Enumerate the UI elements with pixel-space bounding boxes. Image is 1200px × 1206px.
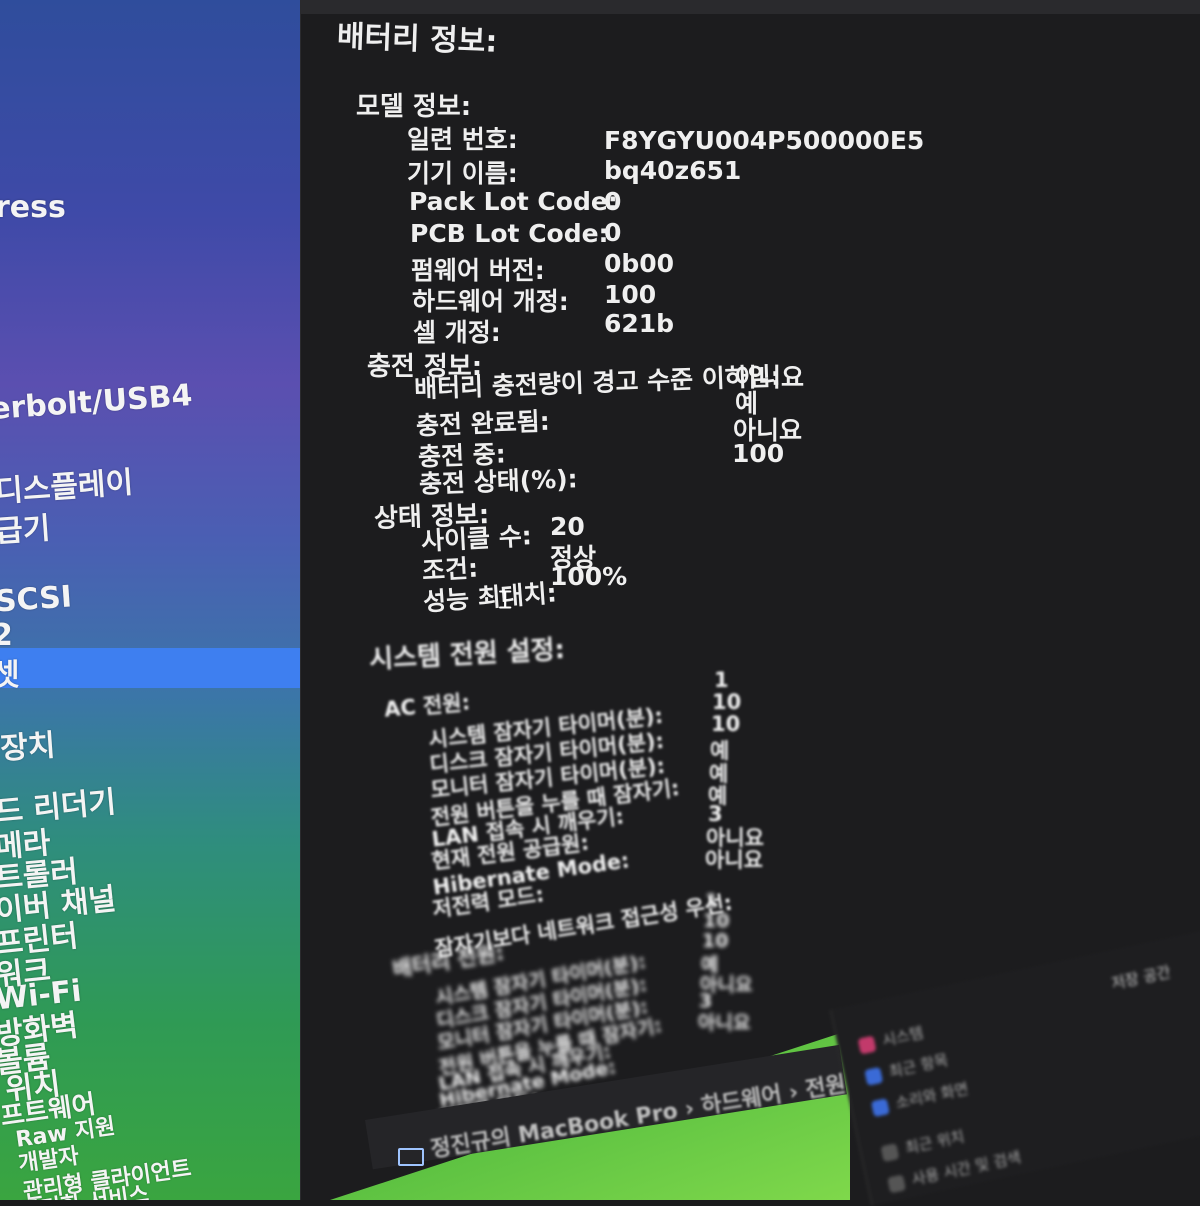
sidebar-item[interactable]: 장치	[0, 720, 57, 768]
sidebar-item[interactable]: 셋	[0, 650, 20, 694]
ac-value[interactable]: 10	[712, 690, 741, 714]
sidebar-item[interactable]: 급기	[0, 503, 52, 551]
battery-power-value[interactable]: 10	[702, 930, 728, 952]
sidebar-item[interactable]: erbolt/USB4	[0, 378, 193, 427]
model-label: Pack Lot Code:	[409, 187, 618, 216]
health-value[interactable]: 20	[550, 512, 585, 541]
model-label: 일련 번호:	[407, 125, 518, 154]
health-value[interactable]: 100%	[550, 562, 627, 591]
model-label: 기기 이름:	[407, 159, 518, 188]
model-value[interactable]: 0b00	[604, 249, 674, 278]
sidebar-item[interactable]: 2	[0, 618, 13, 653]
recent-icon	[864, 1066, 884, 1086]
popup-item[interactable]: 소리와 화면	[870, 1077, 970, 1118]
model-label: 셀 개정:	[413, 318, 501, 347]
battery-power-value[interactable]: 1	[705, 890, 718, 912]
model-label: PCB Lot Code:	[410, 219, 609, 248]
ac-value[interactable]: 1	[714, 668, 729, 692]
laptop-icon	[398, 1148, 424, 1166]
sidebar-item[interactable]: SCSI	[0, 579, 73, 619]
ac-value[interactable]: 10	[711, 712, 740, 736]
model-value[interactable]: 621b	[604, 309, 674, 338]
popup-title: 저장 공간	[1109, 962, 1173, 993]
text-cursor-icon: 𝙸	[496, 585, 515, 615]
location-icon	[880, 1142, 900, 1162]
model-value[interactable]: bq40z651	[604, 156, 741, 185]
ac-value[interactable]: 아니요	[705, 844, 763, 874]
charge-label: 충전 상태(%):	[418, 464, 579, 499]
model-value[interactable]: 0	[604, 218, 621, 247]
charge-value[interactable]: 100	[732, 439, 784, 468]
model-value[interactable]: 100	[604, 280, 656, 309]
title-bar	[300, 0, 1200, 14]
sidebar-selection[interactable]	[0, 648, 310, 688]
popup-item[interactable]: 최근 항목	[863, 1049, 950, 1087]
popup-item[interactable]: 시스템	[857, 1021, 925, 1055]
battery-power-value[interactable]: 아니요	[698, 1008, 750, 1035]
model-info-title: 모델 정보:	[356, 92, 472, 122]
system-icon	[857, 1035, 877, 1055]
sidebar-item[interactable]: 디스플레이	[0, 457, 134, 511]
screen-time-icon	[887, 1173, 907, 1193]
popup-item[interactable]: 최근 위치	[880, 1125, 967, 1163]
display-icon	[870, 1097, 890, 1117]
sidebar: ress erbolt/USB4 디스플레이 급기 SCSI 2 셋 장치 드 …	[0, 0, 330, 1200]
model-value[interactable]: F8YGYU004P500000E5	[604, 126, 924, 155]
model-value[interactable]: 0	[604, 187, 621, 216]
sidebar-item[interactable]: ress	[0, 190, 66, 225]
battery-power-value[interactable]: 10	[703, 910, 729, 932]
battery-section-title: 배터리 정보:	[336, 19, 498, 60]
